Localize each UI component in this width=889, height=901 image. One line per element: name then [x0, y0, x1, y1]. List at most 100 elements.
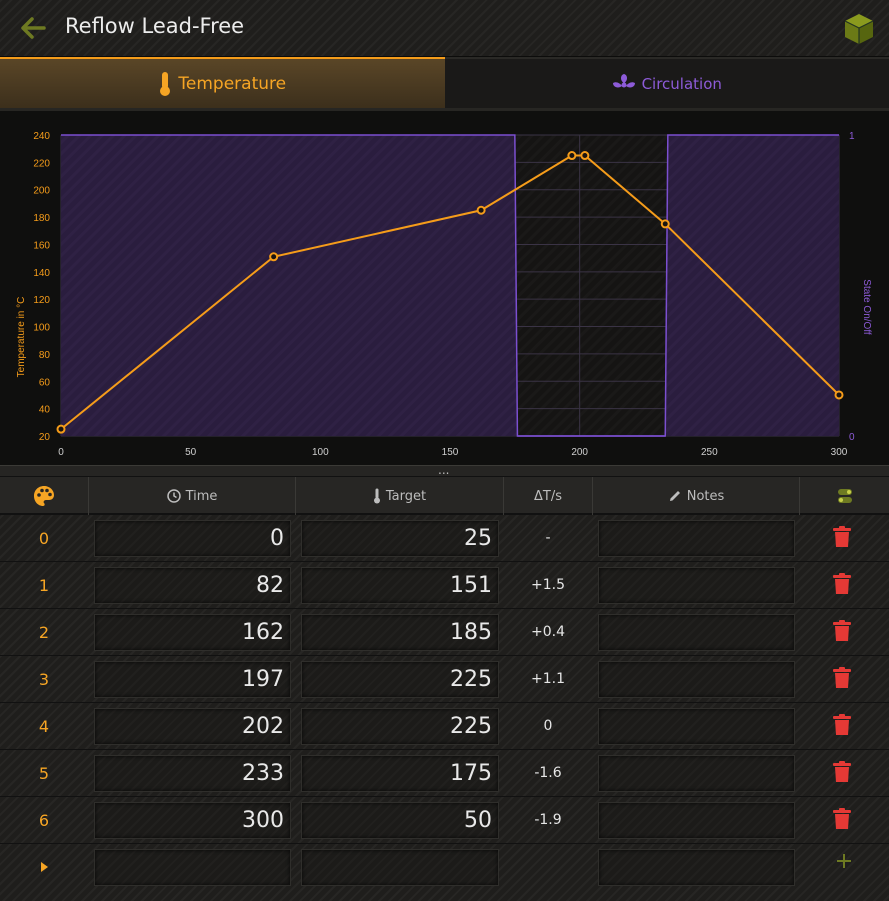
- target-input[interactable]: 185: [301, 614, 499, 651]
- palette-icon: [34, 486, 54, 506]
- time-input[interactable]: 197: [94, 661, 291, 698]
- target-input[interactable]: 225: [301, 708, 499, 745]
- notes-input[interactable]: [598, 708, 795, 745]
- time-input[interactable]: 202: [94, 708, 291, 745]
- y-tick-label: 240: [33, 131, 50, 142]
- profile-table: Time Target ΔT/s Notes 0 0 25-1 82 151 +1: [0, 477, 889, 901]
- x-tick-label: 50: [185, 447, 197, 458]
- delta-value: -1.9: [534, 812, 562, 828]
- tab-circulation-label: Circulation: [641, 74, 722, 93]
- target-input[interactable]: 175: [301, 755, 499, 792]
- time-input[interactable]: 0: [94, 520, 291, 557]
- notes-input[interactable]: [598, 755, 795, 792]
- data-point: [580, 151, 590, 161]
- target-input[interactable]: 25: [301, 520, 499, 557]
- cube-icon[interactable]: [842, 12, 876, 46]
- new-notes-input[interactable]: [598, 849, 795, 886]
- arrow-left-icon[interactable]: [18, 13, 48, 43]
- notes-input[interactable]: [598, 802, 795, 839]
- trash-icon[interactable]: [832, 667, 852, 689]
- row-index: 6: [38, 810, 50, 830]
- target-input[interactable]: 50: [301, 802, 499, 839]
- data-point: [834, 390, 844, 400]
- table-row: 2 162 185 +0.4: [0, 609, 889, 656]
- data-point: [660, 219, 670, 229]
- row-index: 3: [38, 669, 50, 689]
- delta-value: +0.4: [531, 624, 565, 640]
- new-time-input[interactable]: [94, 849, 291, 886]
- row-index: 2: [38, 622, 50, 642]
- y-tick-label: 140: [33, 268, 50, 279]
- x-tick-label: 250: [701, 447, 718, 458]
- data-point: [56, 424, 66, 434]
- new-target-input[interactable]: [301, 849, 499, 886]
- delta-value: 0: [543, 718, 553, 734]
- notes-input[interactable]: [598, 661, 795, 698]
- notes-input[interactable]: [598, 614, 795, 651]
- delta-value: +1.1: [531, 671, 565, 687]
- notes-input[interactable]: [598, 567, 795, 604]
- table-header: Time Target ΔT/s Notes: [0, 477, 889, 515]
- page-title: Reflow Lead-Free: [65, 14, 245, 38]
- header-notes[interactable]: Notes: [593, 477, 800, 515]
- time-input[interactable]: 82: [94, 567, 291, 604]
- target-input[interactable]: 225: [301, 661, 499, 698]
- header-target[interactable]: Target: [296, 477, 504, 515]
- y-tick-label: 180: [33, 213, 50, 224]
- trash-icon[interactable]: [832, 573, 852, 595]
- trash-icon[interactable]: [832, 620, 852, 642]
- table-row: 4 202 225 0: [0, 703, 889, 750]
- thermometer-icon: [158, 71, 172, 97]
- header-delta-label: ΔT/s: [534, 488, 562, 504]
- x-tick-label: 0: [58, 447, 64, 458]
- data-point: [269, 252, 279, 262]
- delta-value: -: [545, 530, 551, 546]
- y2-tick-label: 1: [849, 131, 855, 142]
- target-input[interactable]: 151: [301, 567, 499, 604]
- row-index: 1: [38, 575, 50, 595]
- header-notes-label: Notes: [686, 488, 725, 504]
- header-palette[interactable]: [0, 477, 89, 515]
- temperature-chart: 20 40 60 80 100 120 140 160 180 200 220 240 0 50 100 15…: [0, 108, 889, 468]
- delta-value: -1.6: [534, 765, 562, 781]
- splitter-handle[interactable]: ...: [438, 463, 449, 477]
- chart-splitter[interactable]: ...: [0, 463, 889, 477]
- row-index: 4: [38, 716, 50, 736]
- table-row: 6 300 50 -1.9: [0, 797, 889, 844]
- header-toggle[interactable]: [800, 477, 889, 515]
- trash-icon[interactable]: [832, 526, 852, 548]
- notes-input[interactable]: [598, 520, 795, 557]
- y-tick-label: 40: [39, 405, 51, 416]
- y2-axis-label: State On/Off: [861, 279, 872, 335]
- table-row: 1 82 151 +1.5: [0, 562, 889, 609]
- tab-circulation[interactable]: Circulation: [444, 57, 889, 108]
- header-time[interactable]: Time: [89, 477, 296, 515]
- y-tick-label: 220: [33, 158, 50, 169]
- trash-icon[interactable]: [832, 714, 852, 736]
- pencil-icon: [668, 489, 682, 503]
- tab-temperature-label: Temperature: [178, 73, 287, 94]
- state-fill: [61, 135, 839, 436]
- data-point: [476, 205, 486, 215]
- row-index: 5: [38, 763, 50, 783]
- table-row: [0, 844, 889, 891]
- header-time-label: Time: [185, 488, 218, 504]
- plus-icon[interactable]: [836, 853, 852, 869]
- time-input[interactable]: 162: [94, 614, 291, 651]
- tab-temperature[interactable]: Temperature: [0, 57, 445, 108]
- y-tick-label: 60: [39, 377, 51, 388]
- data-point: [567, 151, 577, 161]
- toggle-icon: [837, 489, 852, 503]
- table-row: 3 197 225 +1.1: [0, 656, 889, 703]
- x-tick-label: 100: [312, 447, 329, 458]
- y-tick-label: 100: [33, 323, 50, 334]
- chart-svg: 20 40 60 80 100 120 140 160 180 200 220 240 0 50 100 15…: [16, 131, 872, 458]
- time-input[interactable]: 300: [94, 802, 291, 839]
- y-tick-label: 20: [39, 432, 51, 443]
- trash-icon[interactable]: [832, 808, 852, 830]
- thermometer-icon: [373, 488, 381, 504]
- x-tick-label: 300: [831, 447, 848, 458]
- time-input[interactable]: 233: [94, 755, 291, 792]
- y-tick-label: 160: [33, 240, 50, 251]
- trash-icon[interactable]: [832, 761, 852, 783]
